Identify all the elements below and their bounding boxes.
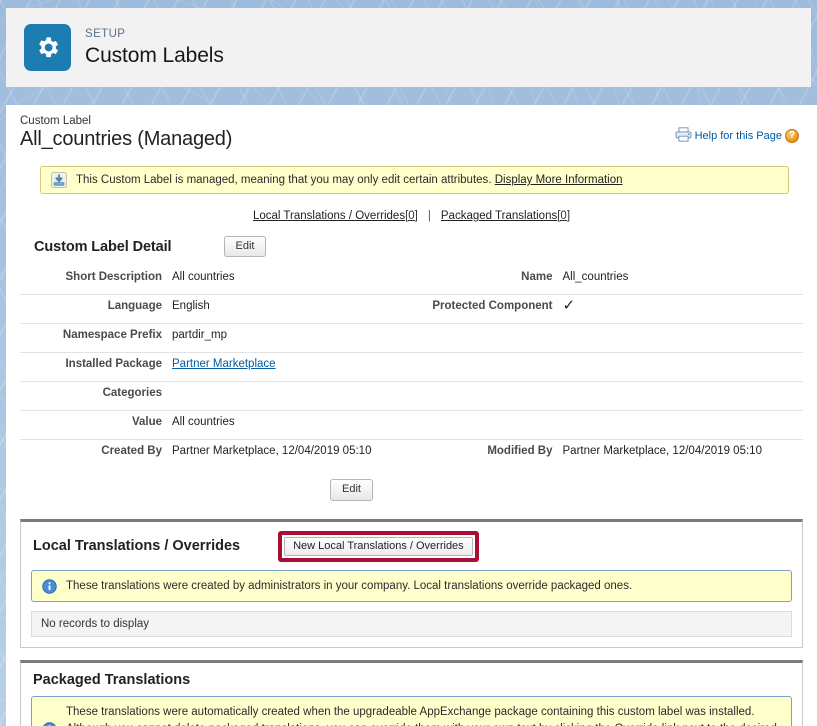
quick-link-packaged-count: [0] — [557, 210, 570, 222]
detail-row: Value All countries — [20, 411, 803, 440]
detail-field-table: Short Description All countries Name All… — [20, 266, 803, 468]
field-label — [413, 411, 563, 440]
help-area: Help for this Page ? — [675, 127, 799, 145]
field-label: Protected Component — [413, 295, 563, 324]
packaged-translations-related-list: Packaged Translations These translations… — [20, 660, 803, 726]
field-value — [172, 382, 413, 411]
local-translations-header: Local Translations / Overrides New Local… — [21, 522, 802, 570]
field-label: Name — [413, 266, 563, 295]
field-label — [413, 353, 563, 382]
local-translations-info-banner: These translations were created by admin… — [31, 570, 792, 603]
protected-component-checkmark: ✓ — [563, 300, 576, 311]
field-label: Created By — [20, 440, 172, 469]
local-translations-empty-row: No records to display — [31, 611, 792, 637]
field-value — [563, 353, 804, 382]
field-value: Partner Marketplace, 12/04/2019 05:10 — [563, 440, 804, 469]
packaged-translations-info-banner: These translations were automatically cr… — [31, 696, 792, 726]
local-translations-info-text: These translations were created by admin… — [66, 578, 632, 595]
quick-link-local-translations[interactable]: Local Translations / Overrides — [253, 210, 405, 222]
detail-row: Created By Partner Marketplace, 12/04/20… — [20, 440, 803, 469]
new-local-translations-button[interactable]: New Local Translations / Overrides — [284, 537, 473, 556]
detail-row: Installed Package Partner Marketplace — [20, 353, 803, 382]
detail-row: Language English Protected Component ✓ — [20, 295, 803, 324]
quick-link-separator: | — [428, 210, 431, 222]
field-value: All countries — [172, 266, 413, 295]
field-label — [413, 324, 563, 353]
quick-link-local-count: [0] — [405, 210, 418, 222]
managed-banner-message: This Custom Label is managed, meaning th… — [76, 174, 495, 186]
field-label — [413, 382, 563, 411]
field-value — [563, 382, 804, 411]
display-more-information-link[interactable]: Display More Information — [495, 174, 623, 186]
record-header: Custom Label All_countries (Managed) Hel… — [20, 115, 803, 163]
detail-footer: Edit — [6, 468, 803, 506]
field-value: Partner Marketplace, 12/04/2019 05:10 — [172, 440, 413, 469]
packaged-translations-header: Packaged Translations — [21, 663, 802, 696]
field-label: Language — [20, 295, 172, 324]
field-label: Value — [20, 411, 172, 440]
packaged-translations-title: Packaged Translations — [33, 672, 190, 688]
breadcrumb: Custom Label — [20, 115, 803, 127]
field-value: All countries — [172, 411, 413, 440]
help-question-icon[interactable]: ? — [785, 129, 799, 143]
quick-link-packaged-translations[interactable]: Packaged Translations — [441, 210, 557, 222]
local-translations-related-list: Local Translations / Overrides New Local… — [20, 519, 803, 649]
detail-row: Short Description All countries Name All… — [20, 266, 803, 295]
related-list-quick-links: Local Translations / Overrides[0]|Packag… — [20, 210, 803, 222]
detail-row: Namespace Prefix partdir_mp — [20, 324, 803, 353]
local-translations-title: Local Translations / Overrides — [33, 538, 240, 554]
detail-section-title: Custom Label Detail — [34, 239, 172, 255]
main-content-panel: Custom Label All_countries (Managed) Hel… — [6, 105, 817, 726]
info-icon — [42, 579, 57, 594]
field-label: Modified By — [413, 440, 563, 469]
installed-package-link[interactable]: Partner Marketplace — [172, 358, 276, 370]
gear-icon — [24, 24, 71, 71]
field-value — [563, 324, 804, 353]
detail-section-header: Custom Label Detail Edit — [20, 236, 803, 257]
field-label: Installed Package — [20, 353, 172, 382]
package-install-icon — [51, 172, 67, 188]
new-local-translations-highlight: New Local Translations / Overrides — [278, 531, 479, 562]
setup-eyebrow: SETUP — [85, 29, 224, 41]
edit-button-bottom[interactable]: Edit — [330, 479, 373, 500]
field-label: Short Description — [20, 266, 172, 295]
field-value: partdir_mp — [172, 324, 413, 353]
managed-banner-text: This Custom Label is managed, meaning th… — [76, 174, 623, 186]
setup-header: SETUP Custom Labels — [6, 8, 811, 87]
packaged-translations-info-text: These translations were automatically cr… — [66, 704, 781, 726]
page-title: Custom Labels — [85, 45, 224, 66]
edit-button-top[interactable]: Edit — [224, 236, 267, 257]
custom-label-detail-section: Custom Label Detail Edit Short Descripti… — [20, 236, 803, 507]
field-value: All_countries — [563, 266, 804, 295]
field-value: Partner Marketplace — [172, 353, 413, 382]
field-value: English — [172, 295, 413, 324]
field-label: Namespace Prefix — [20, 324, 172, 353]
field-label: Categories — [20, 382, 172, 411]
field-value — [563, 411, 804, 440]
field-value: ✓ — [563, 295, 804, 324]
help-for-this-page-link[interactable]: Help for this Page — [695, 130, 782, 142]
info-icon — [42, 722, 57, 726]
managed-package-banner: This Custom Label is managed, meaning th… — [40, 166, 789, 194]
detail-row: Categories — [20, 382, 803, 411]
printer-icon[interactable] — [675, 127, 692, 145]
